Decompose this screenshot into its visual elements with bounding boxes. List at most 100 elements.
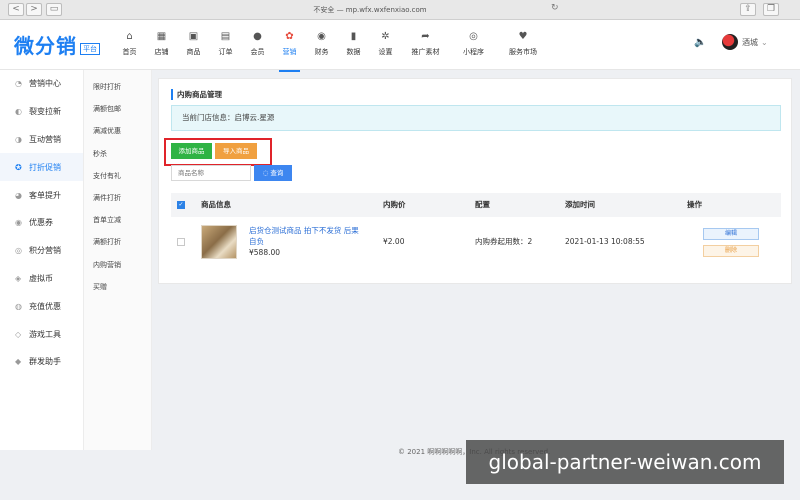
search-input[interactable]	[171, 165, 251, 181]
subnav-item[interactable]: 买赠	[84, 276, 151, 298]
fission-icon: ◐	[15, 107, 22, 117]
sidebar-item-coin[interactable]: ◈ 虚拟币	[0, 265, 83, 293]
sidebar-item-label: 虚拟币	[29, 273, 53, 283]
tabs-icon[interactable]: ❐	[763, 3, 779, 16]
col-inner-price: 内购价	[383, 200, 406, 209]
sidebar-toggle-icon[interactable]: ▭	[46, 3, 62, 16]
sidebar-item-label: 游戏工具	[29, 329, 61, 339]
sidebar-item-label: 营销中心	[29, 79, 61, 89]
subnav-item[interactable]: 首单立减	[84, 209, 151, 231]
sidebar-item-label: 打折促销	[29, 162, 61, 172]
sidebar-item-fission[interactable]: ◐ 裂变拉新	[0, 98, 83, 126]
chevron-down-icon: ⌄	[761, 37, 768, 47]
col-actions: 操作	[687, 200, 702, 209]
import-goods-button[interactable]: 导入商品	[215, 143, 257, 159]
subnav-item[interactable]: 满减优惠	[84, 120, 151, 142]
share-icon[interactable]: ⇪	[740, 3, 756, 16]
sidebar-item-discount[interactable]: ✪ 打折促销	[0, 153, 83, 182]
avatar	[722, 34, 738, 50]
discount-icon: ✪	[15, 162, 22, 172]
store-info: 当前门店信息：启博云.星源	[171, 105, 781, 131]
back-button[interactable]: <	[8, 3, 24, 16]
col-goods: 商品信息	[201, 200, 231, 209]
nav-data[interactable]: ▮ 数据	[338, 28, 369, 66]
added-time: 2021-01-13 10:08:55	[565, 237, 645, 246]
miniapp-icon: ◎	[469, 31, 478, 42]
store-icon: ▦	[156, 31, 167, 42]
sidebar-item-label: 互动营销	[29, 134, 61, 144]
nav-label: 数据	[346, 48, 361, 56]
subnav-item[interactable]: 内购营销	[84, 254, 151, 276]
nav-order[interactable]: ▤ 订单	[210, 28, 241, 66]
reload-icon[interactable]: ↻	[551, 3, 559, 13]
sidebar-item-label: 积分营销	[29, 246, 61, 256]
address-bar[interactable]: 不安全 — mp.wfx.wxfenxiao.com	[150, 3, 590, 17]
data-icon: ▮	[350, 31, 357, 42]
sidebar-item-broadcast[interactable]: ◆ 群发助手	[0, 348, 83, 376]
recharge-icon: ◍	[15, 301, 22, 311]
sidebar-item-interact[interactable]: ◑ 互动营销	[0, 126, 83, 154]
settings-icon: ✲	[381, 31, 390, 42]
edit-button[interactable]: 编辑	[703, 228, 759, 240]
upsell-icon: ◕	[15, 190, 22, 200]
search-button[interactable]: ◌ 查询	[254, 165, 292, 181]
table-header: ✓ 商品信息 内购价 配置 添加时间 操作	[171, 193, 781, 217]
speaker-icon[interactable]: 🔈	[694, 37, 706, 48]
nav-miniapp[interactable]: ◎ 小程序	[450, 28, 497, 66]
nav-label: 营销	[282, 48, 297, 56]
sidebar-item-recharge[interactable]: ◍ 充值优惠	[0, 292, 83, 320]
select-all-checkbox[interactable]: ✓	[177, 201, 185, 209]
sidebar-item-label: 裂变拉新	[29, 107, 61, 117]
sidebar-item-label: 优惠券	[29, 218, 53, 228]
nav-member[interactable]: ● 会员	[242, 28, 273, 66]
subnav-item[interactable]: 支付有礼	[84, 165, 151, 187]
row-checkbox[interactable]	[177, 238, 185, 246]
nav-label: 小程序	[463, 48, 484, 56]
nav-label: 服务市场	[509, 48, 537, 56]
nav-goods[interactable]: ▣ 商品	[178, 28, 209, 66]
subnav-item[interactable]: 满额打折	[84, 231, 151, 253]
nav-label: 订单	[218, 48, 233, 56]
sidebar-item-upsell[interactable]: ◕ 客单提升	[0, 181, 83, 209]
nav-market[interactable]: ♥ 服务市场	[498, 28, 548, 66]
interact-icon: ◑	[15, 134, 22, 144]
center-icon: ◔	[15, 79, 22, 89]
nav-home[interactable]: ⌂ 首页	[114, 28, 145, 66]
sidebar-item-coupon[interactable]: ◉ 优惠券	[0, 209, 83, 237]
nav-label: 会员	[250, 48, 265, 56]
sidebar-item-game[interactable]: ◇ 游戏工具	[0, 320, 83, 348]
subnav-item[interactable]: 满额包邮	[84, 98, 151, 120]
nav-marketing[interactable]: ✿ 营销	[274, 28, 305, 72]
home-icon: ⌂	[126, 31, 133, 42]
nav-settings[interactable]: ✲ 设置	[370, 28, 401, 66]
goods-name[interactable]: 启货仓测试商品 拍下不发货 后果自负	[249, 225, 359, 247]
user-menu[interactable]: 酒城 ⌄	[722, 34, 768, 50]
share-icon: ➦	[421, 31, 430, 42]
sidebar-item-points[interactable]: ◎ 积分营销	[0, 237, 83, 265]
forward-button[interactable]: >	[26, 3, 42, 16]
coin-icon: ◈	[15, 273, 22, 283]
user-name: 酒城	[742, 37, 758, 47]
delete-button[interactable]: 删除	[703, 245, 759, 257]
sub-sidebar: 限时打折 满额包邮 满减优惠 秒杀 支付有礼 满件打折 首单立减 满额打折 内购营销 买赠	[84, 70, 152, 450]
sidebar-item-center[interactable]: ◔ 营销中心	[0, 70, 83, 98]
order-icon: ▤	[220, 31, 231, 42]
nav-label: 首页	[122, 48, 137, 56]
nav-share[interactable]: ➦ 推广素材	[402, 28, 449, 66]
nav-label: 推广素材	[411, 48, 440, 56]
app-header: 微分销 平台 ⌂ 首页 ▦ 店铺 ▣ 商品 ▤ 订单 ● 会员 ✿ 营销 ◉ 财务 ▮ 数据 ✲ 设置 ➦ 推广素材 ◎…	[0, 20, 800, 72]
subnav-item[interactable]: 满件打折	[84, 187, 151, 209]
sidebar-item-label: 充值优惠	[29, 301, 61, 311]
sidebar: ◔ 营销中心 ◐ 裂变拉新 ◑ 互动营销 ✪ 打折促销 ◕ 客单提升 ◉ 优惠券 ◎ 积分营销 ◈ 虚拟币 ◍ 充…	[0, 70, 84, 450]
nav-store[interactable]: ▦ 店铺	[146, 28, 177, 66]
logo-text: 微分销	[14, 34, 77, 58]
page-title: 内购商品管理	[171, 89, 222, 100]
top-navigation: ⌂ 首页 ▦ 店铺 ▣ 商品 ▤ 订单 ● 会员 ✿ 营销 ◉ 财务 ▮ 数据 ✲ 设置 ➦ 推广素材 ◎ 小程序 ♥ 服务市…	[114, 28, 549, 72]
subnav-item[interactable]: 限时打折	[84, 76, 151, 98]
brand-logo[interactable]: 微分销 平台	[14, 30, 100, 59]
browser-toolbar: < > ▭ 不安全 — mp.wfx.wxfenxiao.com ↻ ⇪ ❐	[0, 0, 800, 20]
goods-icon: ▣	[188, 31, 199, 42]
subnav-item[interactable]: 秒杀	[84, 143, 151, 165]
nav-finance[interactable]: ◉ 财务	[306, 28, 337, 66]
add-goods-button[interactable]: 添加商品	[171, 143, 212, 159]
